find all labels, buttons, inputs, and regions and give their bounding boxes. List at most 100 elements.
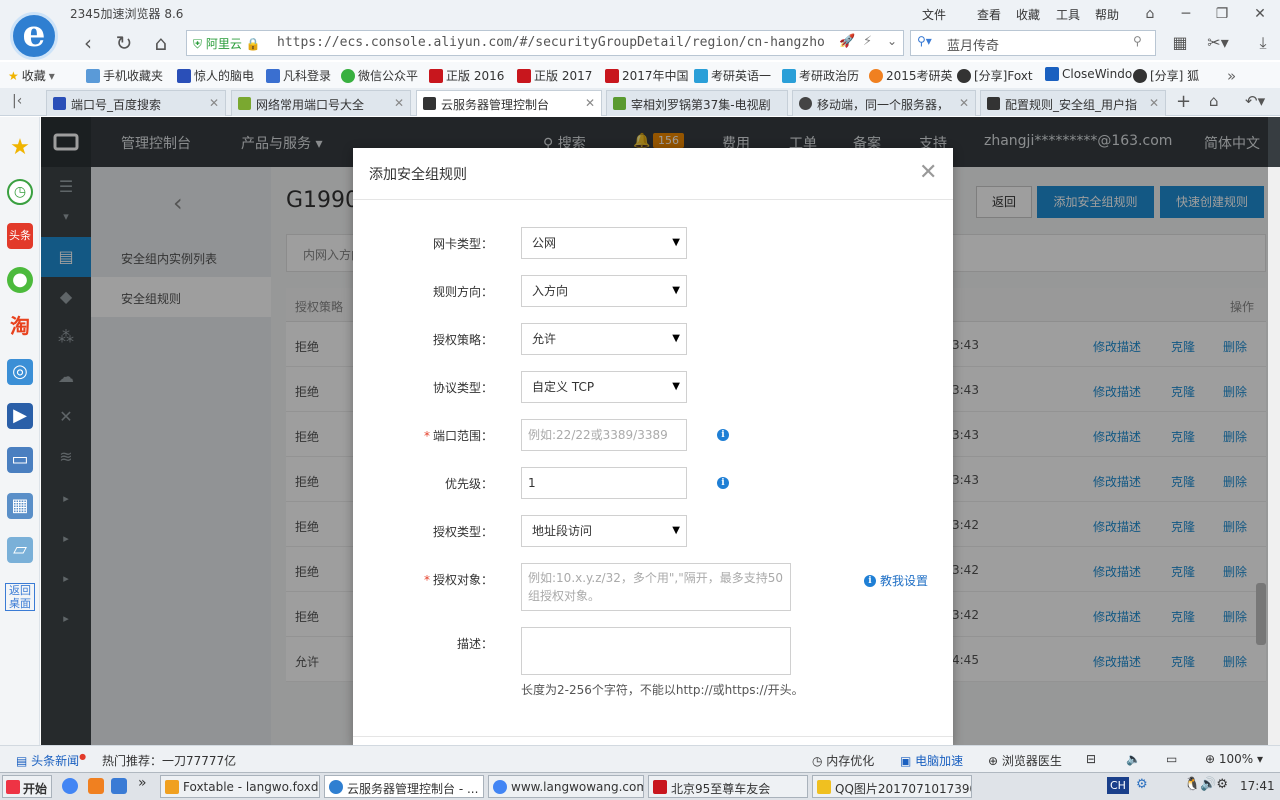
bookmark-item[interactable]: [分享]Foxt bbox=[957, 67, 1033, 84]
info-icon[interactable]: i bbox=[717, 477, 729, 489]
close-tab-icon[interactable]: ✕ bbox=[209, 96, 219, 110]
tray-network-icon[interactable]: ⚙ bbox=[1136, 777, 1148, 792]
search-input[interactable]: 蓝月传奇 bbox=[947, 35, 999, 54]
auth-type-select[interactable]: 地址段访问 ▼ bbox=[521, 515, 687, 547]
news-link[interactable]: ▤ 头条新闻● bbox=[16, 752, 86, 769]
tab-ports-list[interactable]: 网络常用端口号大全 ✕ bbox=[231, 90, 411, 116]
protocol-select[interactable]: 自定义 TCP ▼ bbox=[521, 371, 687, 403]
pc-speedup[interactable]: ▣ 电脑加速 bbox=[900, 752, 963, 769]
direction-select[interactable]: 入方向 ▼ bbox=[521, 275, 687, 307]
favorites-star-icon[interactable]: ★ bbox=[7, 135, 33, 161]
search-box[interactable]: ⚲▾ 蓝月传奇 ⚲ bbox=[910, 30, 1156, 56]
close-window-icon[interactable]: ✕ bbox=[1249, 4, 1271, 24]
browser-doctor[interactable]: ⊕ 浏览器医生 bbox=[988, 752, 1062, 769]
bookmark-item[interactable]: 凡科登录 bbox=[266, 67, 331, 84]
quicklaunch-icon[interactable] bbox=[88, 778, 104, 794]
tab-baidu-search[interactable]: 端口号_百度搜索 ✕ bbox=[46, 90, 226, 116]
help-link[interactable]: i 教我设置 bbox=[864, 572, 928, 589]
download-icon[interactable]: ⤓ bbox=[1250, 32, 1276, 56]
nic-type-select[interactable]: 公网 ▼ bbox=[521, 227, 687, 259]
bookmark-item[interactable]: 2015考研英 bbox=[869, 67, 953, 84]
task-foxtable[interactable]: Foxtable - langwo.foxdb bbox=[160, 775, 320, 798]
tab-tv-series[interactable]: 宰相刘罗锅第37集-电视剧 bbox=[606, 90, 788, 116]
history-clock-icon[interactable]: ◷ bbox=[7, 179, 33, 205]
bookmark-item[interactable]: 考研政治历 bbox=[782, 67, 859, 84]
taobao-icon[interactable]: 淘 bbox=[7, 313, 33, 339]
menu-help[interactable]: 帮助 bbox=[1095, 6, 1119, 23]
minimize-icon[interactable]: ─ bbox=[1175, 4, 1197, 24]
task-chrome[interactable]: www.langwowang.com/... bbox=[488, 775, 644, 798]
game-icon[interactable]: ◎ bbox=[7, 359, 33, 385]
search-engine-icon[interactable]: ⚲▾ bbox=[917, 34, 932, 48]
new-tab-icon[interactable]: + bbox=[1176, 91, 1191, 112]
bookmark-item[interactable]: [分享] 狐 bbox=[1133, 67, 1199, 84]
memory-optimize[interactable]: ◷ 内存优化 bbox=[812, 752, 874, 769]
bookmark-item[interactable]: 正版 2016 bbox=[429, 67, 504, 84]
bookmark-overflow-icon[interactable]: » bbox=[1227, 67, 1236, 85]
search-icon[interactable]: ⚲ bbox=[1133, 34, 1142, 48]
rocket-icon[interactable]: 🚀 bbox=[839, 34, 855, 49]
page-scrollbar[interactable] bbox=[1268, 167, 1280, 745]
menu-file[interactable]: 文件 bbox=[922, 6, 946, 23]
close-tab-icon[interactable]: ✕ bbox=[394, 96, 404, 110]
undo-close-icon[interactable]: ↶▾ bbox=[1245, 92, 1265, 110]
video-icon[interactable]: ▶ bbox=[7, 403, 33, 429]
calculator-icon[interactable]: ▦ bbox=[7, 493, 33, 519]
lightning-icon[interactable]: ⚡ bbox=[863, 34, 872, 49]
task-browser[interactable]: 云服务器管理控制台 - ... bbox=[324, 775, 484, 798]
tab-ecs-console[interactable]: 云服务器管理控制台 ✕ bbox=[416, 90, 602, 116]
tools-scissors-icon[interactable]: ✂▾ bbox=[1205, 32, 1231, 56]
bookmark-favorites[interactable]: ★ 收藏 ▾ bbox=[8, 67, 55, 84]
menu-favorites[interactable]: 收藏 bbox=[1016, 6, 1040, 23]
task-qq-image[interactable]: QQ图片2017071017390... bbox=[812, 775, 972, 798]
tab-config-rules[interactable]: 配置规则_安全组_用户指 ✕ bbox=[980, 90, 1166, 116]
volume-icon[interactable]: 🔈 bbox=[1126, 752, 1141, 766]
bookmark-item[interactable]: 惊人的脑电 bbox=[177, 67, 254, 84]
url-text[interactable]: https://ecs.console.aliyun.com/#/securit… bbox=[277, 35, 837, 50]
maximize-icon[interactable]: ❐ bbox=[1211, 4, 1233, 24]
zoom-level[interactable]: ⊕ 100% ▾ bbox=[1205, 752, 1263, 766]
priority-input[interactable]: 1 bbox=[521, 467, 687, 499]
hot-recommend[interactable]: 热门推荐：一刀77777亿 bbox=[102, 752, 236, 769]
policy-select[interactable]: 允许 ▼ bbox=[521, 323, 687, 355]
quicklaunch-overflow-icon[interactable]: » bbox=[138, 775, 147, 791]
close-tab-icon[interactable]: ✕ bbox=[1149, 96, 1159, 110]
return-desktop-icon[interactable]: 返回 桌面 bbox=[5, 583, 35, 611]
menu-view[interactable]: 查看 bbox=[977, 6, 1001, 23]
tab-mobile[interactable]: 移动端，同一个服务器， ✕ bbox=[792, 90, 976, 116]
bookmark-item[interactable]: 正版 2017 bbox=[517, 67, 592, 84]
start-button[interactable]: 开始 bbox=[2, 775, 52, 798]
bookmark-item[interactable]: 微信公众平 bbox=[341, 67, 418, 84]
close-tab-icon[interactable]: ✕ bbox=[585, 96, 595, 110]
url-dropdown-icon[interactable]: ⌄ bbox=[887, 34, 897, 48]
auth-object-textarea[interactable]: 例如:10.x.y.z/32，多个用","隔开，最多支持50组授权对象。 bbox=[521, 563, 791, 611]
port-range-input[interactable]: 例如:22/22或3389/3389 bbox=[521, 419, 687, 451]
tab-home-icon[interactable]: ⌂ bbox=[1209, 92, 1219, 110]
home-icon[interactable]: ⌂ bbox=[148, 32, 174, 56]
bookmark-item[interactable]: 手机收藏夹 bbox=[86, 67, 163, 84]
input-language[interactable]: CH bbox=[1107, 777, 1129, 794]
close-tab-icon[interactable]: ✕ bbox=[959, 96, 969, 110]
apps-grid-icon[interactable]: ▦ bbox=[1167, 32, 1193, 56]
browser-logo-icon[interactable]: e bbox=[10, 12, 58, 60]
chrome-quicklaunch-icon[interactable] bbox=[62, 778, 78, 794]
refresh-icon[interactable]: ↻ bbox=[111, 32, 137, 56]
back-icon[interactable]: ‹ bbox=[75, 32, 101, 56]
menu-tools[interactable]: 工具 bbox=[1056, 6, 1080, 23]
description-textarea[interactable] bbox=[521, 627, 791, 675]
address-bar[interactable]: ⛨ 阿里云 🔒 https://ecs.console.aliyun.com/#… bbox=[186, 30, 904, 56]
skin-icon[interactable]: ⌂ bbox=[1139, 4, 1161, 24]
task-car-club[interactable]: 北京95至尊车友会 bbox=[648, 775, 808, 798]
bookmark-item[interactable]: 考研英语一 bbox=[694, 67, 771, 84]
notebook-icon[interactable]: ▱ bbox=[7, 537, 33, 563]
info-icon[interactable]: i bbox=[717, 429, 729, 441]
tray-qq-icon[interactable]: 🐧🔊⚙ bbox=[1184, 777, 1228, 792]
computer-icon[interactable]: ▭ bbox=[7, 447, 33, 473]
wechat-icon[interactable]: ● bbox=[7, 267, 33, 293]
quicklaunch-icon[interactable] bbox=[111, 778, 127, 794]
bookmark-item[interactable]: CloseWindo bbox=[1045, 67, 1132, 81]
window-icon[interactable]: ▭ bbox=[1166, 752, 1177, 766]
bookmark-item[interactable]: 2017年中国 bbox=[605, 67, 689, 84]
status-speed-icon[interactable]: ⊟ bbox=[1086, 752, 1096, 766]
tab-scroll-left-icon[interactable]: |‹ bbox=[12, 93, 22, 109]
